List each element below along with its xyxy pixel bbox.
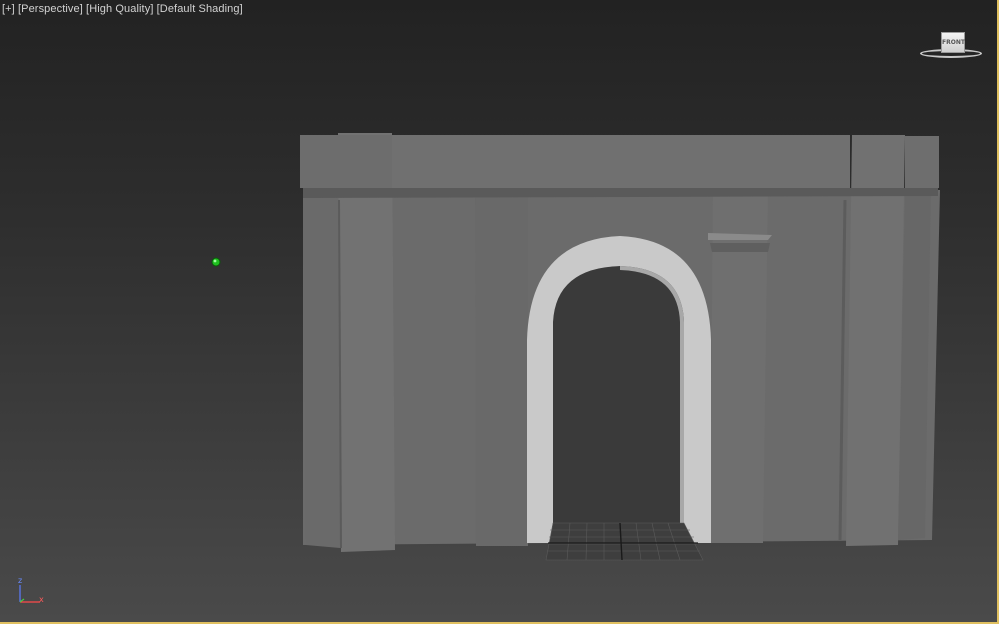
top-beam-left (300, 135, 392, 188)
arch-opening (553, 266, 684, 543)
stone-wall-model[interactable] (300, 133, 940, 552)
middle-left-panel (475, 188, 528, 546)
top-beam (392, 135, 850, 188)
viewcube-front-face[interactable]: FRONT (941, 32, 965, 53)
axis-x-label: x (39, 595, 44, 604)
right-pillar (846, 135, 905, 546)
light-object[interactable] (211, 257, 221, 267)
light-highlight (213, 259, 217, 263)
cornice-ledge-shadow (710, 243, 770, 252)
axis-tripod-gizmo: z x (14, 576, 48, 606)
light-helper-icon[interactable] (211, 257, 221, 267)
top-beam-right (905, 136, 939, 188)
floor-grid (545, 522, 704, 561)
axis-z-label: z (18, 576, 23, 585)
viewcube[interactable]: FRONT (918, 28, 988, 64)
perspective-viewport[interactable]: [+] [Perspective] [High Quality] [Defaul… (0, 0, 999, 624)
scene-render[interactable] (0, 0, 999, 624)
middle-right-pillar (710, 188, 768, 543)
